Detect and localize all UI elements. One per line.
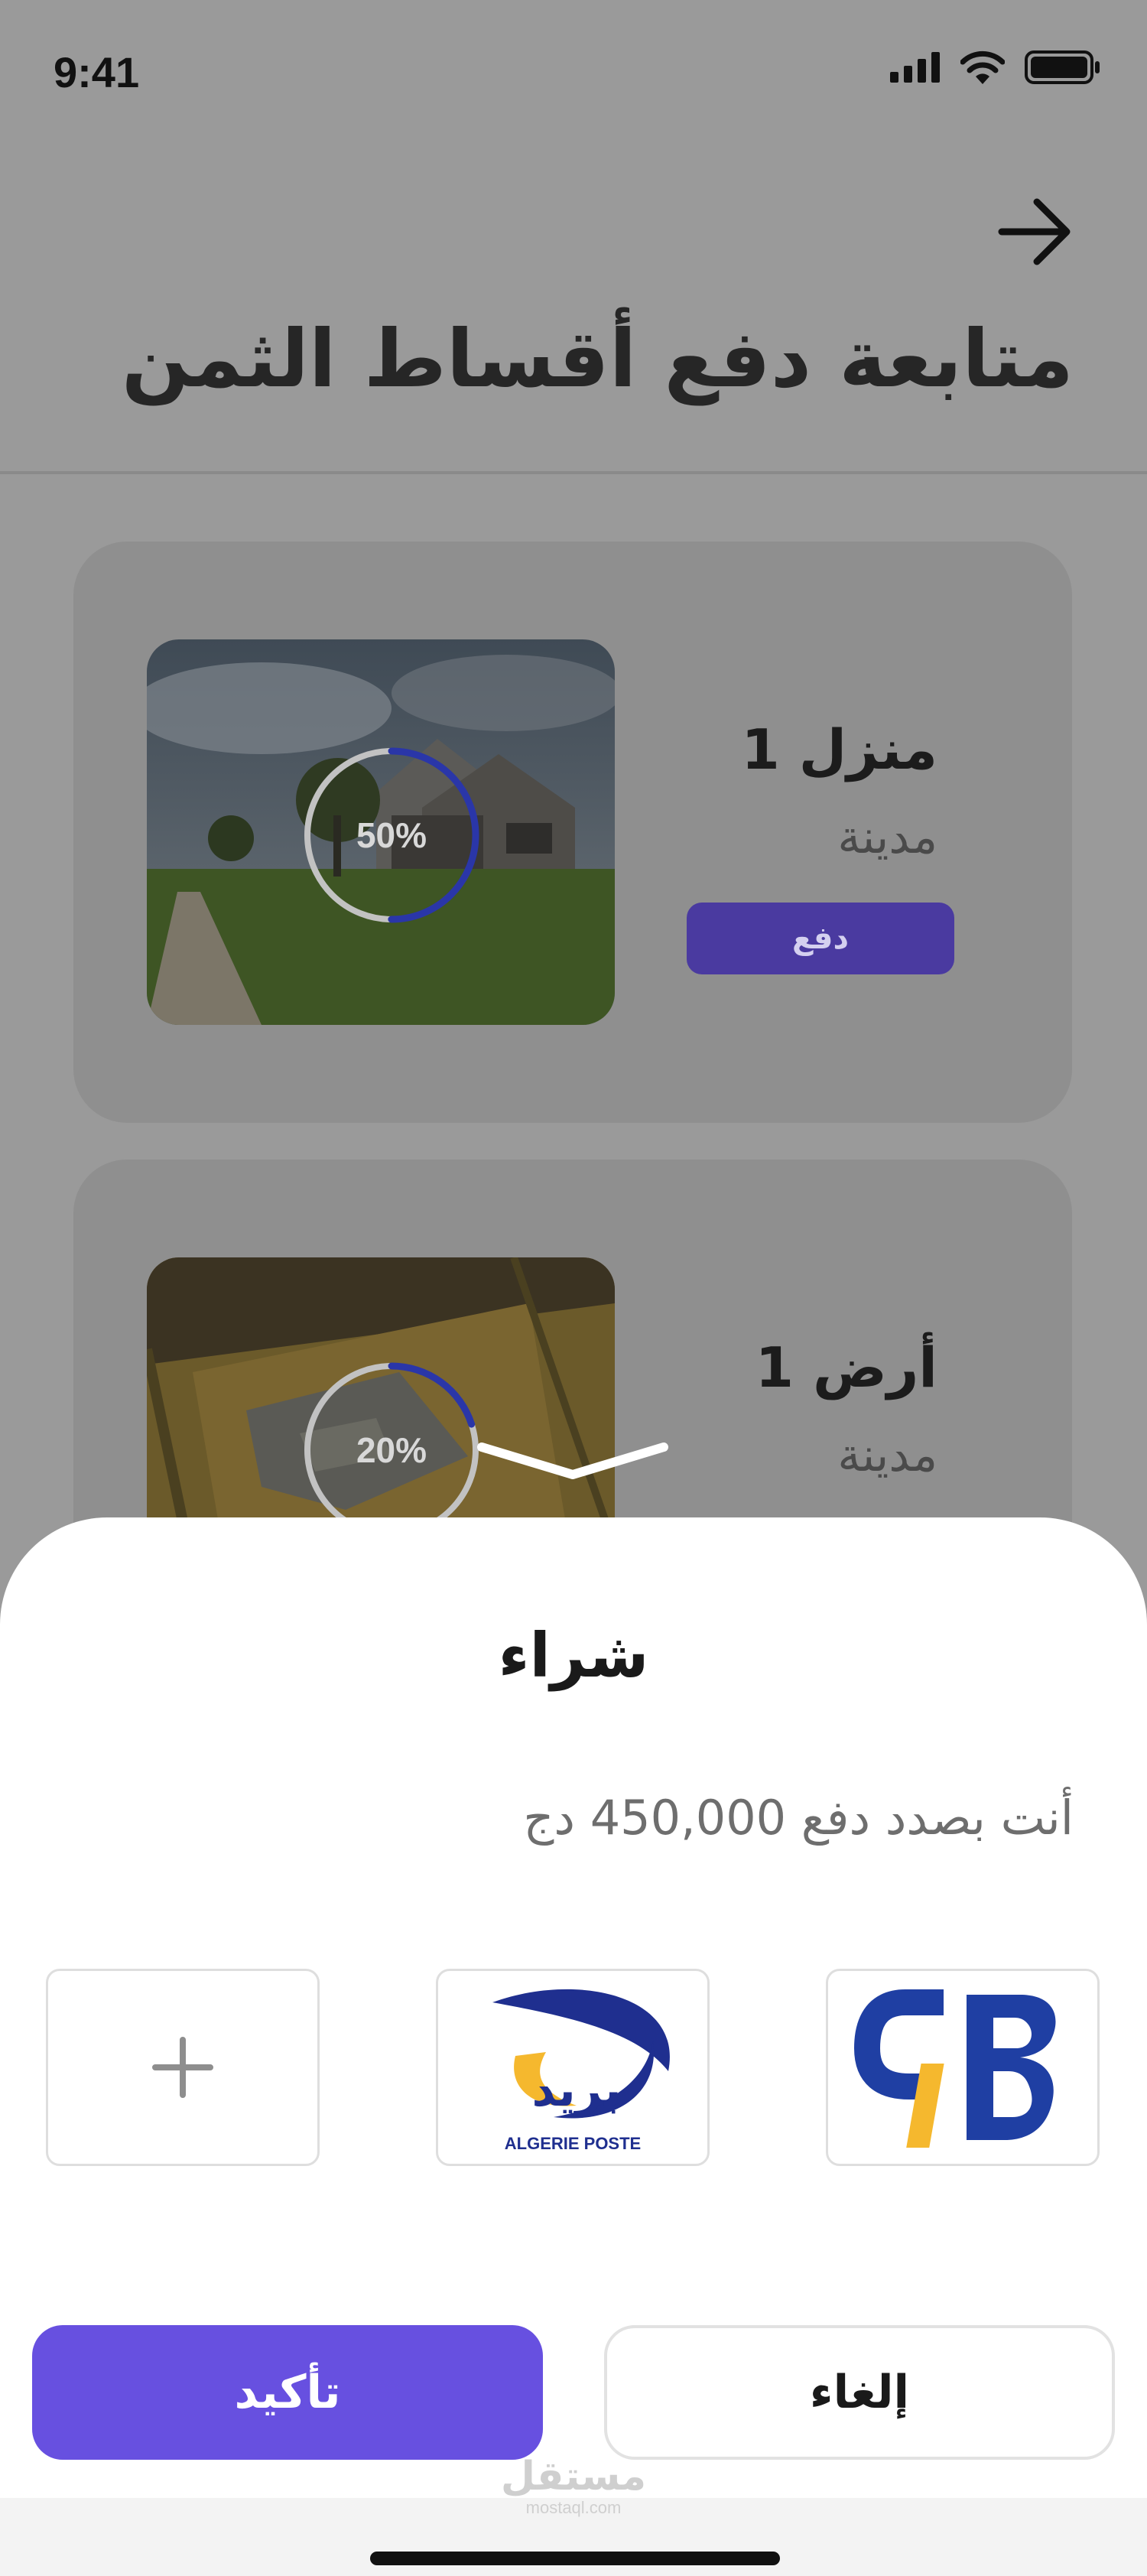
card-subtitle: مدينة <box>837 811 937 864</box>
sheet-title: شراء <box>498 1620 649 1691</box>
cib-logo <box>853 1989 1056 2148</box>
house-image: 50% <box>147 639 615 1025</box>
progress-label: 50% <box>356 815 427 855</box>
installment-card[interactable]: 50% منزل 1 مدينة دفع <box>73 542 1072 1123</box>
svg-text:بريد: بريد <box>531 2064 621 2117</box>
progress-ring: 20% <box>301 1360 482 1540</box>
app-screen: 9:41 متابعة دفع أقساط الثمن 50% منزل 1 م… <box>0 0 1147 2576</box>
watermark: مستقل mostaql.com <box>489 2455 658 2518</box>
algerie-poste-logo-text: ALGERIE POSTE <box>505 2134 641 2153</box>
sheet-drag-handle-icon[interactable] <box>477 1439 668 1485</box>
payment-amount-message: أنت بصدد دفع 450,000 دج <box>523 1790 1074 1846</box>
card-title: أرض 1 <box>755 1335 937 1400</box>
card-title: منزل 1 <box>741 717 937 782</box>
status-icons <box>890 50 1101 84</box>
confirm-button[interactable]: تأكيد <box>32 2325 543 2460</box>
cib-option[interactable] <box>826 1969 1100 2166</box>
back-arrow-icon[interactable] <box>993 190 1077 274</box>
progress-ring: 50% <box>301 745 482 925</box>
algerie-poste-option[interactable]: بريد ALGERIE POSTE <box>436 1969 710 2166</box>
progress-label: 20% <box>356 1430 427 1470</box>
watermark-latin: mostaql.com <box>525 2498 622 2517</box>
status-time: 9:41 <box>54 48 140 96</box>
watermark-arabic: مستقل <box>500 2454 647 2500</box>
battery-icon <box>1025 50 1100 84</box>
cancel-button[interactable]: إلغاء <box>604 2325 1115 2460</box>
header-divider <box>0 471 1147 474</box>
signal-icon <box>890 52 940 83</box>
plus-icon <box>152 2037 213 2098</box>
pay-button[interactable]: دفع <box>687 903 954 974</box>
wifi-icon <box>960 50 1005 84</box>
purchase-sheet: شراء أنت بصدد دفع 450,000 دج بريد ALGERI… <box>0 1517 1147 2576</box>
add-payment-method-button[interactable] <box>46 1969 320 2166</box>
card-subtitle: مدينة <box>837 1429 937 1482</box>
algerie-poste-logo: بريد ALGERIE POSTE <box>492 1989 670 2153</box>
home-indicator[interactable] <box>370 2552 780 2565</box>
page-title: متابعة دفع أقساط الثمن <box>122 312 1074 405</box>
